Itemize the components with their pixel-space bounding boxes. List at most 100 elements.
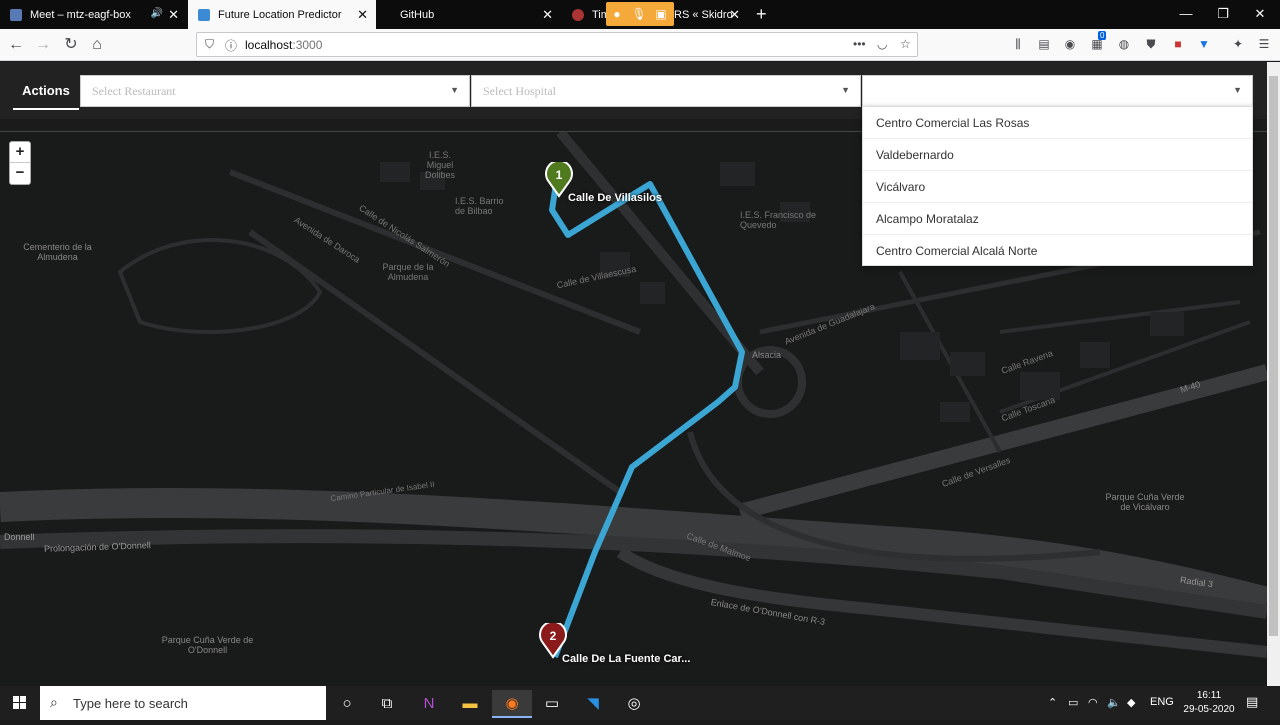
map-label: Parque Cuña Verde de Vicálvaro — [1105, 492, 1185, 512]
tab-label: RS « Skidro — [674, 8, 733, 21]
close-icon[interactable]: ✕ — [542, 8, 553, 21]
tab-github[interactable]: GitHub ✕ — [377, 0, 561, 29]
steam-icon[interactable]: ◎ — [614, 690, 654, 718]
clock-time: 16:11 — [1196, 690, 1222, 701]
minimize-icon[interactable]: — — [1176, 6, 1196, 21]
tab-meet[interactable]: Meet – mtz-eagf-box 🔊 ✕ — [0, 0, 187, 29]
info-icon[interactable]: ⓘ — [225, 37, 237, 54]
url-text[interactable]: localhost:3000 — [245, 38, 322, 52]
close-window-icon[interactable]: ✕ — [1250, 6, 1270, 22]
maximize-icon[interactable]: ❐ — [1213, 6, 1233, 22]
end-marker-number: 2 — [549, 629, 557, 643]
map-label: Alsacia — [752, 350, 782, 360]
notifications-icon[interactable]: ▤ — [1246, 694, 1258, 710]
screen-share-icon: ▣ — [655, 7, 667, 21]
sharing-indicator[interactable]: ● 🎙 ▣ — [606, 2, 674, 26]
tab-label: GitHub — [400, 8, 435, 21]
sidebar-icon[interactable]: ▤ — [1036, 37, 1052, 53]
app-icon — [198, 8, 210, 21]
zoom-in-button[interactable]: + — [10, 142, 30, 163]
page-scrollbar[interactable] — [1267, 62, 1280, 686]
url-bar[interactable]: ⛉ ⓘ localhost:3000 ••• ◡ ☆ — [196, 32, 918, 57]
vscode-icon[interactable]: ◥ — [573, 690, 613, 718]
dropdown-option[interactable]: Alcampo Moratalaz — [863, 203, 1252, 235]
dropdown-option[interactable]: Centro Comercial Las Rosas — [863, 107, 1252, 139]
zoom-control: + − — [9, 141, 31, 185]
shield-extension-icon[interactable]: ⛊ — [1143, 37, 1159, 53]
red-extension-icon[interactable]: ■ — [1170, 37, 1186, 53]
search-placeholder: Type here to search — [73, 696, 188, 711]
extension-icon[interactable]: ▦ 0 — [1089, 31, 1107, 53]
pocket-icon[interactable]: ◡ — [877, 37, 887, 51]
caret-down-icon: ▼ — [450, 85, 459, 95]
language-indicator[interactable]: ENG — [1150, 696, 1174, 708]
mall-select[interactable]: ▼ — [862, 75, 1253, 107]
map-label: I.E.S. Miguel Dolibes — [424, 150, 455, 180]
globe-icon[interactable]: ◍ — [1116, 37, 1132, 53]
firefox-icon: ● — [613, 7, 621, 21]
extensions-icon[interactable]: ✦ — [1230, 37, 1246, 53]
scrollbar-thumb[interactable] — [1269, 76, 1278, 636]
map-label: I.E.S. Barrio de Bilbao — [455, 196, 504, 216]
extension-badge: 0 — [1098, 31, 1107, 40]
tab-bar: Meet – mtz-eagf-box 🔊 ✕ Future Location … — [0, 0, 1280, 29]
start-marker-label: Calle De Villasilos — [568, 192, 662, 204]
firefox-taskbar-icon[interactable]: ◉ — [492, 690, 532, 718]
start-marker-number: 1 — [555, 168, 563, 182]
taskbar-search[interactable]: ⌕ Type here to search — [40, 686, 326, 720]
chevron-up-icon[interactable]: ⌃ — [1048, 696, 1057, 709]
dropdown-option[interactable]: Vicálvaro — [863, 171, 1252, 203]
dropbox-icon[interactable]: ◆ — [1127, 696, 1135, 709]
tab-label: Future Location Predictor — [218, 8, 342, 21]
close-icon[interactable]: ✕ — [357, 8, 368, 21]
new-tab-button[interactable]: + — [756, 4, 767, 25]
blue-extension-icon[interactable]: ▼ — [1196, 37, 1212, 53]
caret-down-icon: ▼ — [1233, 85, 1242, 95]
onenote-icon[interactable]: N — [409, 690, 449, 718]
reload-icon[interactable]: ↻ — [61, 35, 81, 55]
volume-icon[interactable]: 🔈 — [1107, 696, 1121, 709]
tab-future-location[interactable]: Future Location Predictor ✕ — [188, 0, 376, 29]
clock[interactable]: 16:11 29-05-2020 — [1178, 689, 1240, 717]
menu-icon[interactable]: ☰ — [1256, 37, 1272, 53]
close-icon[interactable]: ✕ — [729, 8, 740, 21]
library-icon[interactable]: ⫼ — [1010, 37, 1026, 53]
dropdown-option[interactable]: Valdebernardo — [863, 139, 1252, 171]
search-icon: ⌕ — [50, 694, 58, 710]
taskbar: ⌕ Type here to search ○ ⧉ N ▬ ◉ ▭ ◥ ◎ ⌃ … — [0, 686, 1280, 720]
nav-bar: ← → ↻ ⌂ ⛉ ⓘ localhost:3000 ••• ◡ ☆ ⫼ ▤ ◉… — [0, 29, 1280, 61]
file-explorer-icon[interactable]: ▬ — [450, 690, 490, 718]
home-icon[interactable]: ⌂ — [87, 35, 107, 55]
speaker-icon[interactable]: 🔊 — [151, 8, 163, 19]
back-icon[interactable]: ← — [6, 35, 26, 55]
actions-tab[interactable]: Actions — [13, 74, 79, 110]
close-icon[interactable]: ✕ — [168, 8, 179, 21]
meet-icon — [10, 8, 22, 21]
windows-start-button[interactable] — [0, 686, 40, 720]
bookmark-star-icon[interactable]: ☆ — [900, 37, 911, 51]
microphone-icon: 🎙 — [631, 7, 647, 21]
clock-date: 29-05-2020 — [1183, 704, 1235, 715]
forward-icon[interactable]: → — [33, 35, 53, 55]
cortana-icon[interactable]: ○ — [327, 690, 367, 718]
restaurant-select[interactable]: Select Restaurant ▼ — [80, 75, 470, 107]
zoom-out-button[interactable]: − — [10, 163, 30, 184]
windows-icon — [13, 696, 26, 709]
hospital-select[interactable]: Select Hospital ▼ — [471, 75, 861, 107]
map-label: Donnell — [4, 532, 35, 542]
hospital-placeholder: Select Hospital — [483, 84, 556, 98]
restaurant-placeholder: Select Restaurant — [92, 84, 176, 98]
battery-icon[interactable]: ▭ — [1068, 696, 1078, 709]
map-label: Parque de la Almudena — [382, 262, 434, 282]
tab-label: Meet – mtz-eagf-box — [30, 8, 131, 21]
map-label: Parque Cuña Verde de O'Donnell — [161, 635, 254, 655]
more-icon[interactable]: ••• — [853, 37, 866, 51]
map-label: Cementerio de la Almudena — [23, 242, 92, 262]
avatar-icon — [572, 8, 584, 21]
wifi-icon[interactable]: ◠ — [1088, 696, 1098, 709]
shield-icon[interactable]: ⛉ — [205, 37, 214, 52]
task-view-icon[interactable]: ⧉ — [367, 690, 407, 718]
dropdown-option[interactable]: Centro Comercial Alcalá Norte — [863, 235, 1252, 267]
terminal-icon[interactable]: ▭ — [532, 690, 572, 718]
account-icon[interactable]: ◉ — [1062, 37, 1078, 53]
